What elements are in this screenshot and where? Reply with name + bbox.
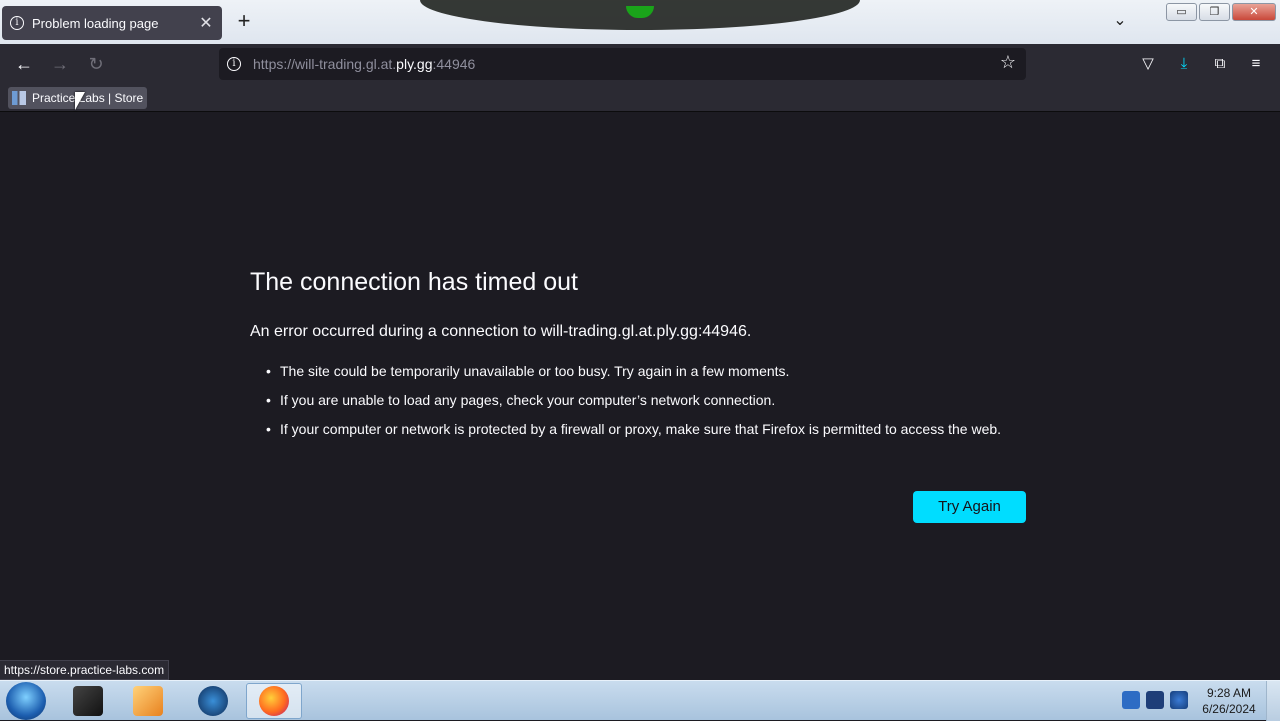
start-button[interactable] [6, 682, 46, 720]
bookmark-label: Practice Labs | Store [32, 91, 144, 105]
tray-display-icon[interactable] [1146, 691, 1164, 709]
terminal-icon [73, 686, 103, 716]
tab-active[interactable]: i Problem loading page ✕ [2, 6, 222, 40]
error-page: The connection has timed out An error oc… [0, 113, 1280, 680]
new-tab-button[interactable]: + [232, 10, 256, 34]
tab-close-icon[interactable]: ✕ [198, 13, 214, 33]
firefox-icon [259, 686, 289, 716]
url-host: ply.gg [396, 56, 433, 72]
media-player-icon [133, 686, 163, 716]
url-port: :44946 [432, 56, 476, 72]
show-desktop-button[interactable] [1266, 681, 1280, 721]
minimize-button[interactable]: ▭ [1166, 3, 1197, 21]
url-prefix: https://will-trading.gl.at. [253, 56, 397, 72]
tab-strip: i Problem loading page ✕ + ⌄ ▭ ❐ ✕ [0, 0, 1280, 44]
suggestion-item: If your computer or network is protected… [266, 419, 1026, 439]
close-window-button[interactable]: ✕ [1232, 3, 1276, 21]
taskbar: 9:28 AM 6/26/2024 [0, 680, 1280, 721]
window-controls: ▭ ❐ ✕ [1166, 3, 1276, 21]
pocket-icon[interactable]: ▽ [1136, 52, 1160, 76]
globe-icon [198, 686, 228, 716]
forward-button[interactable]: → [48, 52, 72, 76]
tray-network-icon[interactable] [1170, 691, 1188, 709]
taskbar-media-player[interactable] [120, 683, 176, 719]
extensions-icon[interactable]: ⧉ [1208, 52, 1232, 76]
menu-icon[interactable]: ≡ [1244, 52, 1268, 76]
url-text[interactable]: https://will-trading.gl.at.ply.gg:44946 [253, 56, 475, 72]
bookmarks-toolbar: Practice Labs | Store [0, 84, 1280, 112]
error-suggestions: The site could be temporarily unavailabl… [266, 361, 1026, 448]
taskbar-terminal[interactable] [60, 683, 116, 719]
site-info-icon[interactable]: i [227, 57, 241, 71]
practice-labs-favicon-icon [12, 91, 26, 105]
suggestion-item: The site could be temporarily unavailabl… [266, 361, 1026, 381]
list-all-tabs-button[interactable]: ⌄ [1108, 10, 1132, 34]
status-link-preview: https://store.practice-labs.com [0, 660, 170, 680]
taskbar-firefox[interactable] [246, 683, 302, 719]
downloads-icon[interactable]: ⤓ [1172, 52, 1196, 76]
suggestion-item: If you are unable to load any pages, che… [266, 390, 1026, 410]
try-again-button[interactable]: Try Again [913, 491, 1026, 523]
error-title: The connection has timed out [250, 268, 578, 296]
bookmark-star-icon[interactable]: ☆ [996, 52, 1020, 73]
clock-time: 9:28 AM [1206, 686, 1252, 700]
reload-button[interactable]: ↻ [84, 52, 108, 76]
tab-title: Problem loading page [32, 15, 159, 31]
taskbar-network[interactable] [185, 683, 241, 719]
info-icon: i [10, 16, 24, 30]
navigation-toolbar: ← → ↻ i https://will-trading.gl.at.ply.g… [0, 44, 1280, 84]
restore-button[interactable]: ❐ [1199, 3, 1230, 21]
url-bar[interactable]: i https://will-trading.gl.at.ply.gg:4494… [219, 48, 1026, 80]
mouse-pointer-icon [75, 92, 85, 110]
back-button[interactable]: ← [12, 52, 36, 76]
error-description: An error occurred during a connection to… [250, 323, 752, 340]
tray-app-icon[interactable] [1122, 691, 1140, 709]
clock-date: 6/26/2024 [1202, 702, 1256, 716]
system-clock[interactable]: 9:28 AM 6/26/2024 [1196, 685, 1262, 717]
